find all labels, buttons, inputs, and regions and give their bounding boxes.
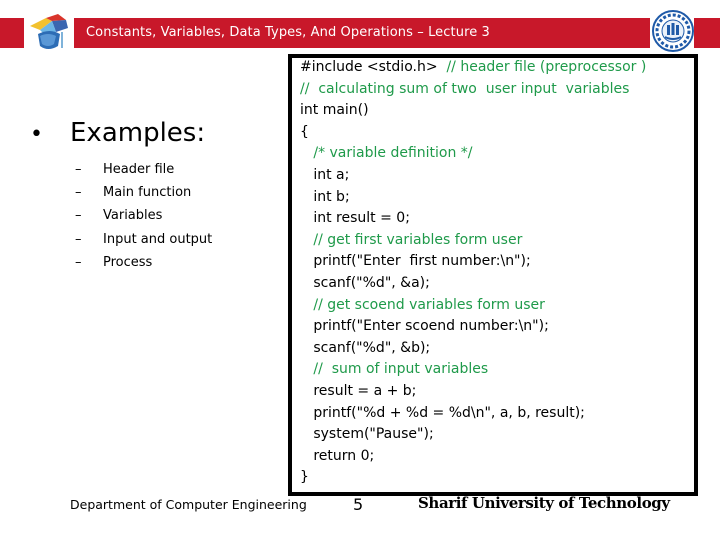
code-text: printf("Enter scoend number:\n"); (300, 318, 549, 335)
code-line: result = a + b; (300, 381, 646, 403)
slide-title: Constants, Variables, Data Types, And Op… (86, 25, 490, 40)
code-text: int a; (300, 166, 350, 183)
code-comment: // sum of input variables (313, 361, 489, 378)
header-bar-right (694, 18, 720, 48)
puzzle-graduation-cap-icon (30, 14, 68, 49)
list-item: – Variables (75, 204, 212, 227)
list-item: – Process (75, 251, 212, 274)
code-line: system("Pause"); (300, 424, 646, 446)
code-text: } (300, 469, 309, 486)
header-bar-left (0, 18, 24, 48)
code-text: printf("%d + %d = %d\n", a, b, result); (300, 404, 585, 421)
code-line: printf("Enter first number:\n"); (300, 251, 646, 273)
list-item-label: Process (103, 254, 153, 270)
code-line: /* variable definition */ (300, 143, 646, 165)
code-line: printf("Enter scoend number:\n"); (300, 316, 646, 338)
code-line: // calculating sum of two user input var… (300, 79, 646, 101)
code-line: printf("%d + %d = %d\n", a, b, result); (300, 403, 646, 425)
code-text: return 0; (300, 447, 375, 464)
code-text: printf("Enter first number:\n"); (300, 253, 531, 270)
code-text: int main() (300, 102, 369, 119)
code-comment: // calculating sum of two user input var… (300, 80, 630, 97)
code-text: int b; (300, 188, 350, 205)
code-line: int main() (300, 100, 646, 122)
dash-icon: – (75, 254, 82, 270)
code-comment: // get first variables form user (313, 231, 523, 248)
code-line: scanf("%d", &b); (300, 338, 646, 360)
code-line: return 0; (300, 446, 646, 468)
code-comment: /* variable definition */ (313, 145, 473, 162)
code-text: result = a + b; (300, 382, 417, 399)
bullet-icon: • (30, 122, 43, 147)
code-text: { (300, 123, 309, 140)
list-item-label: Main function (103, 185, 192, 201)
list-item: – Header file (75, 158, 212, 181)
footer-department: Department of Computer Engineering (70, 497, 307, 512)
dash-icon: – (75, 208, 82, 224)
code-line: // get scoend variables form user (300, 295, 646, 317)
page-number: 5 (353, 495, 364, 514)
code-line: } (300, 467, 646, 489)
dash-icon: – (75, 162, 82, 177)
code-text: int result = 0; (300, 210, 410, 227)
examples-heading: • Examples: (30, 118, 205, 148)
code-comment: // get scoend variables form user (313, 296, 545, 313)
code-listing: #include <stdio.h> // header file (prepr… (300, 57, 646, 489)
list-item-label: Header file (103, 162, 175, 177)
footer-university: Sharif University of Technology (418, 494, 670, 512)
examples-list: – Header file – Main function – Variables –… (75, 158, 212, 274)
list-item-label: Input and output (103, 231, 213, 247)
code-line: scanf("%d", &a); (300, 273, 646, 295)
code-comment: // header file (preprocessor ) (446, 59, 647, 75)
examples-heading-text: Examples: (70, 118, 206, 148)
list-item: – Main function (75, 181, 212, 204)
code-text: system("Pause"); (300, 426, 434, 443)
dash-icon: – (75, 185, 82, 201)
code-line: int result = 0; (300, 208, 646, 230)
code-line: int b; (300, 187, 646, 209)
dash-icon: – (75, 231, 82, 247)
code-line: { (300, 122, 646, 144)
list-item-label: Variables (103, 208, 163, 224)
code-line: // sum of input variables (300, 359, 646, 381)
code-line: #include <stdio.h> // header file (prepr… (300, 57, 646, 79)
code-line: int a; (300, 165, 646, 187)
sharif-university-seal-icon (652, 10, 694, 52)
code-text: #include <stdio.h> (300, 59, 447, 75)
code-line: // get first variables form user (300, 230, 646, 252)
code-text: scanf("%d", &b); (300, 339, 431, 356)
list-item: – Input and output (75, 228, 212, 251)
code-text: scanf("%d", &a); (300, 274, 430, 291)
